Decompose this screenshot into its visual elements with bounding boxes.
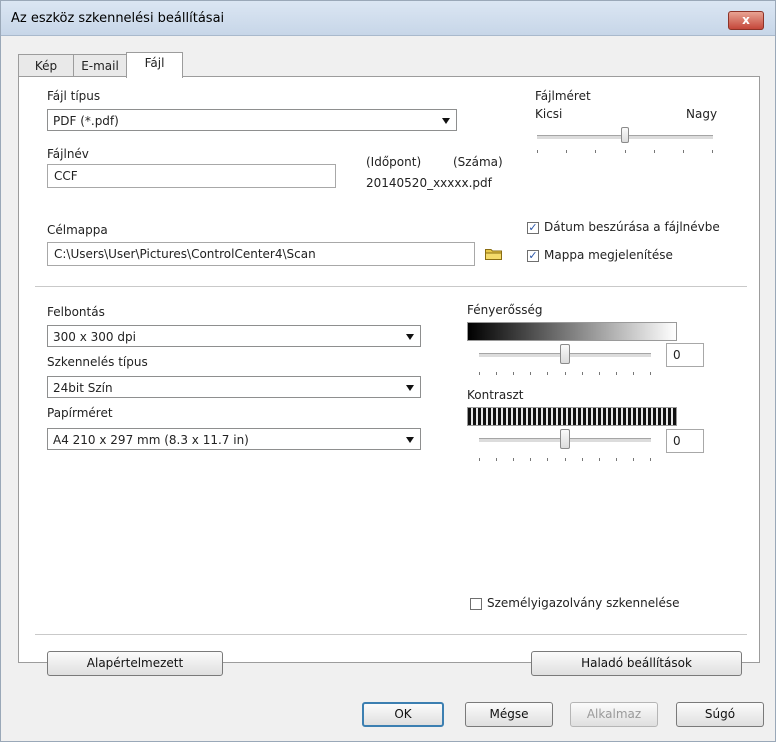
chevron-down-icon xyxy=(406,437,414,443)
slider-tick xyxy=(650,458,651,461)
brightness-slider-thumb[interactable] xyxy=(560,344,570,364)
slider-tick xyxy=(537,150,538,153)
cancel-button[interactable]: Mégse xyxy=(465,702,553,727)
resolution-label: Felbontás xyxy=(47,305,105,319)
slider-tick xyxy=(633,458,634,461)
chevron-down-icon xyxy=(406,334,414,340)
help-button[interactable]: Súgó xyxy=(676,702,764,727)
file-size-slider-thumb[interactable] xyxy=(621,127,629,143)
folder-icon xyxy=(485,249,502,260)
file-name-number-hint: (Száma) xyxy=(453,155,503,169)
file-size-max-label: Nagy xyxy=(686,107,718,121)
slider-tick xyxy=(513,458,514,461)
brightness-gradient-bar xyxy=(467,322,677,341)
brightness-value: 0 xyxy=(673,348,681,362)
resolution-select[interactable]: 300 x 300 dpi xyxy=(47,325,421,347)
slider-tick xyxy=(625,150,626,153)
close-button[interactable]: x xyxy=(728,11,764,30)
file-name-input[interactable]: CCF xyxy=(47,164,336,188)
section-separator xyxy=(35,286,747,288)
slider-tick xyxy=(479,372,480,375)
contrast-label: Kontraszt xyxy=(467,388,524,402)
slider-tick xyxy=(565,372,566,375)
destination-folder-value: C:\Users\User\Pictures\ControlCenter4\Sc… xyxy=(54,247,316,261)
footer-separator xyxy=(35,634,747,636)
contrast-slider-ticks xyxy=(479,458,651,461)
tab-image[interactable]: Kép xyxy=(18,54,74,77)
resolution-value: 300 x 300 dpi xyxy=(53,330,136,344)
browse-folder-button[interactable] xyxy=(479,242,509,266)
scan-type-label: Szkennelés típus xyxy=(47,355,148,369)
id-card-checkbox[interactable] xyxy=(470,598,482,610)
paper-size-label: Papírméret xyxy=(47,406,113,420)
chevron-down-icon xyxy=(406,385,414,391)
insert-date-label: Dátum beszúrása a fájlnévbe xyxy=(544,220,720,234)
slider-tick xyxy=(599,372,600,375)
scan-settings-dialog: Az eszköz szkennelési beállításai x Kép … xyxy=(0,0,776,742)
apply-button[interactable]: Alkalmaz xyxy=(570,702,658,727)
paper-size-select[interactable]: A4 210 x 297 mm (8.3 x 11.7 in) xyxy=(47,428,421,450)
show-folder-checkbox[interactable]: ✓ xyxy=(527,250,539,262)
slider-tick xyxy=(496,458,497,461)
slider-tick xyxy=(616,372,617,375)
brightness-label: Fényerősség xyxy=(467,303,543,317)
slider-tick xyxy=(616,458,617,461)
destination-folder-input[interactable]: C:\Users\User\Pictures\ControlCenter4\Sc… xyxy=(47,242,475,266)
slider-tick xyxy=(650,372,651,375)
slider-tick xyxy=(599,458,600,461)
slider-tick xyxy=(530,372,531,375)
slider-tick xyxy=(595,150,596,153)
chevron-down-icon xyxy=(442,118,450,124)
brightness-value-input[interactable]: 0 xyxy=(666,343,704,367)
tab-file[interactable]: Fájl xyxy=(126,52,183,78)
file-size-slider-ticks xyxy=(537,150,713,153)
slider-tick xyxy=(547,372,548,375)
file-type-label: Fájl típus xyxy=(47,89,101,103)
ok-button[interactable]: OK xyxy=(362,702,444,727)
slider-tick xyxy=(566,150,567,153)
file-size-label: Fájlméret xyxy=(535,89,591,103)
slider-tick xyxy=(683,150,684,153)
show-folder-label: Mappa megjelenítése xyxy=(544,248,673,262)
advanced-settings-button[interactable]: Haladó beállítások xyxy=(531,651,742,676)
contrast-pattern-bar xyxy=(467,407,677,426)
file-name-example: 20140520_xxxxx.pdf xyxy=(366,176,492,190)
brightness-slider-ticks xyxy=(479,372,651,375)
default-settings-button[interactable]: Alapértelmezett xyxy=(47,651,223,676)
file-size-min-label: Kicsi xyxy=(535,107,563,121)
title-bar: Az eszköz szkennelési beállításai x xyxy=(1,1,775,36)
slider-tick xyxy=(530,458,531,461)
window-title: Az eszköz szkennelési beállításai xyxy=(11,11,225,26)
file-name-label: Fájlnév xyxy=(47,147,89,161)
paper-size-value: A4 210 x 297 mm (8.3 x 11.7 in) xyxy=(53,433,249,447)
slider-tick xyxy=(582,372,583,375)
file-type-select[interactable]: PDF (*.pdf) xyxy=(47,109,457,131)
scan-type-value: 24bit Szín xyxy=(53,381,113,395)
slider-tick xyxy=(565,458,566,461)
slider-tick xyxy=(633,372,634,375)
slider-tick xyxy=(654,150,655,153)
id-card-label: Személyigazolvány szkennelése xyxy=(487,596,680,610)
slider-tick xyxy=(582,458,583,461)
slider-tick xyxy=(496,372,497,375)
slider-tick xyxy=(712,150,713,153)
slider-tick xyxy=(513,372,514,375)
slider-tick xyxy=(479,458,480,461)
contrast-value: 0 xyxy=(673,434,681,448)
contrast-value-input[interactable]: 0 xyxy=(666,429,704,453)
slider-tick xyxy=(547,458,548,461)
file-name-value: CCF xyxy=(54,169,78,183)
scan-type-select[interactable]: 24bit Szín xyxy=(47,376,421,398)
file-name-date-hint: (Időpont) xyxy=(366,155,422,169)
file-type-value: PDF (*.pdf) xyxy=(53,114,119,128)
insert-date-checkbox[interactable]: ✓ xyxy=(527,222,539,234)
contrast-slider-thumb[interactable] xyxy=(560,429,570,449)
tab-email[interactable]: E-mail xyxy=(73,54,127,77)
destination-folder-label: Célmappa xyxy=(47,223,108,237)
